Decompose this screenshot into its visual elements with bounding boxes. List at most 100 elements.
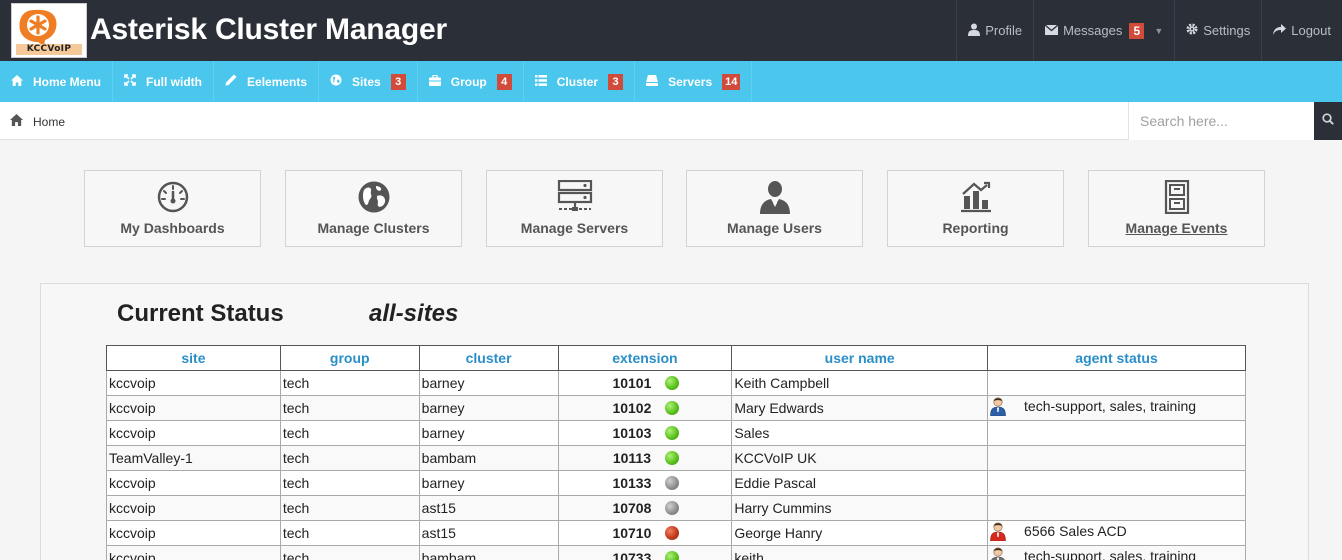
group-count-badge: 4 xyxy=(496,73,512,90)
cell-site: kccvoip xyxy=(106,470,281,496)
column-header-cluster[interactable]: cluster xyxy=(418,345,559,371)
cell-user-name: Mary Edwards xyxy=(731,395,989,421)
share-icon xyxy=(1273,23,1287,38)
cell-extension: 10113 xyxy=(557,445,733,471)
dashboard-icon xyxy=(85,180,260,214)
list-icon xyxy=(534,74,547,89)
cell-extension: 10102 xyxy=(557,395,733,421)
cell-group: tech xyxy=(279,395,420,421)
table-row[interactable]: kccvoip tech ast15 10710 George Hanry 6566 Sa… xyxy=(106,520,1246,546)
settings-label: Settings xyxy=(1203,23,1251,38)
chevron-down-icon[interactable]: ▼ xyxy=(1154,26,1163,36)
settings-link[interactable]: Settings xyxy=(1174,0,1261,61)
table-row[interactable]: kccvoip tech barney 10103 Sales xyxy=(106,420,1246,446)
search-button[interactable] xyxy=(1314,102,1342,140)
pencil-icon xyxy=(225,74,237,89)
server-icon xyxy=(646,74,659,89)
tile-label: My Dashboards xyxy=(120,220,225,236)
nav-home-menu-label: Home Menu xyxy=(33,74,102,89)
table-row[interactable]: kccvoip tech barney 10133 Eddie Pascal xyxy=(106,470,1246,496)
tile-manage-events[interactable]: Manage Events xyxy=(1088,170,1265,247)
tile-label: Manage Clusters xyxy=(317,220,430,236)
cell-extension: 10733 xyxy=(557,545,733,560)
cell-extension: 10103 xyxy=(557,420,733,446)
column-header-user-name[interactable]: user name xyxy=(731,345,989,371)
tile-label: Manage Events xyxy=(1125,220,1228,236)
agent-queues: tech-support, sales, training xyxy=(1024,398,1197,414)
status-title: Current Status xyxy=(117,300,284,327)
nav-elements[interactable]: Eelements xyxy=(214,61,320,102)
table-row[interactable]: kccvoip tech barney 10101 Keith Campbell xyxy=(106,370,1246,396)
app-logo[interactable]: KCCVoIP xyxy=(11,3,87,58)
cell-user-name: Eddie Pascal xyxy=(731,470,989,496)
cell-agent-status xyxy=(987,445,1246,471)
profile-link[interactable]: Profile xyxy=(956,0,1033,61)
breadcrumb-home-link[interactable]: Home xyxy=(33,115,65,129)
nav-elements-label: Eelements xyxy=(247,74,308,89)
servers-count-badge: 14 xyxy=(722,73,741,90)
tile-manage-users[interactable]: Manage Users xyxy=(686,170,863,247)
status-dot-icon xyxy=(665,476,680,490)
cell-agent-status xyxy=(987,495,1246,521)
cell-cluster: ast15 xyxy=(418,520,559,546)
column-header-agent-status[interactable]: agent status xyxy=(987,345,1246,371)
cell-user-name: Sales xyxy=(731,420,989,446)
cell-user-name: Harry Cummins xyxy=(731,495,989,521)
column-header-site[interactable]: site xyxy=(106,345,281,371)
tile-manage-servers[interactable]: Manage Servers xyxy=(486,170,663,247)
cell-user-name: Keith Campbell xyxy=(731,370,989,396)
nav-full-width[interactable]: Full width xyxy=(113,61,215,102)
tile-reporting[interactable]: Reporting xyxy=(887,170,1064,247)
table-row[interactable]: kccvoip tech barney 10102 Mary Edwards tech-s… xyxy=(106,395,1246,421)
current-status-panel: Current Status all-sites site group clus… xyxy=(40,283,1309,560)
home-icon[interactable] xyxy=(10,114,23,129)
top-header: KCCVoIP Asterisk Cluster Manager Profile… xyxy=(0,0,1342,61)
table-row[interactable]: kccvoip tech ast15 10708 Harry Cummins xyxy=(106,495,1246,521)
logout-link[interactable]: Logout xyxy=(1261,0,1342,61)
nav-sites[interactable]: Sites 3 xyxy=(319,61,418,102)
column-header-extension[interactable]: extension xyxy=(557,345,733,371)
tile-label: Manage Servers xyxy=(520,220,629,236)
home-icon xyxy=(11,74,23,89)
messages-link[interactable]: Messages 5 ▼ xyxy=(1033,0,1174,61)
nav-group[interactable]: Group 4 xyxy=(418,61,524,102)
cell-user-name: KCCVoIP UK xyxy=(731,445,989,471)
cell-user-name: keith xyxy=(731,545,989,560)
cell-cluster: barney xyxy=(418,470,559,496)
cell-site: kccvoip xyxy=(106,420,281,446)
sites-count-badge: 3 xyxy=(390,73,406,90)
nav-home-menu[interactable]: Home Menu xyxy=(0,61,114,102)
cell-site: TeamValley-1 xyxy=(106,445,281,471)
search-input[interactable] xyxy=(1128,102,1314,140)
status-dot-icon xyxy=(665,501,680,515)
cell-extension: 10710 xyxy=(557,520,733,546)
nav-servers[interactable]: Servers 14 xyxy=(635,61,753,102)
table-row[interactable]: TeamValley-1 tech bambam 10113 KCCVoIP UK xyxy=(106,445,1246,471)
messages-label: Messages xyxy=(1063,23,1123,38)
expand-icon xyxy=(124,74,136,89)
cell-group: tech xyxy=(279,495,420,521)
cell-agent-status: tech-support, sales, training xyxy=(987,545,1246,560)
cell-site: kccvoip xyxy=(106,545,281,560)
cell-site: kccvoip xyxy=(106,395,281,421)
tile-label: Manage Users xyxy=(727,220,822,236)
profile-label: Profile xyxy=(985,23,1023,38)
table-row[interactable]: kccvoip tech bambam 10733 keith tech-support,… xyxy=(106,545,1246,560)
nav-cluster[interactable]: Cluster 3 xyxy=(524,61,636,102)
logout-label: Logout xyxy=(1291,23,1331,38)
column-header-group[interactable]: group xyxy=(279,345,420,371)
tile-manage-clusters[interactable]: Manage Clusters xyxy=(285,170,462,247)
extension-number: 10710 xyxy=(612,525,652,541)
cell-group: tech xyxy=(279,370,420,396)
cell-user-name: George Hanry xyxy=(731,520,989,546)
extension-number: 10103 xyxy=(612,425,652,441)
tile-my-dashboards[interactable]: My Dashboards xyxy=(84,170,261,247)
tile-label: Reporting xyxy=(942,220,1009,236)
cell-cluster: bambam xyxy=(418,545,559,560)
cell-agent-status xyxy=(987,470,1246,496)
messages-count-badge: 5 xyxy=(1129,22,1145,39)
nav-cluster-label: Cluster xyxy=(556,74,599,89)
nav-full-width-label: Full width xyxy=(146,74,203,89)
cell-cluster: ast15 xyxy=(418,495,559,521)
cell-cluster: barney xyxy=(418,370,559,396)
